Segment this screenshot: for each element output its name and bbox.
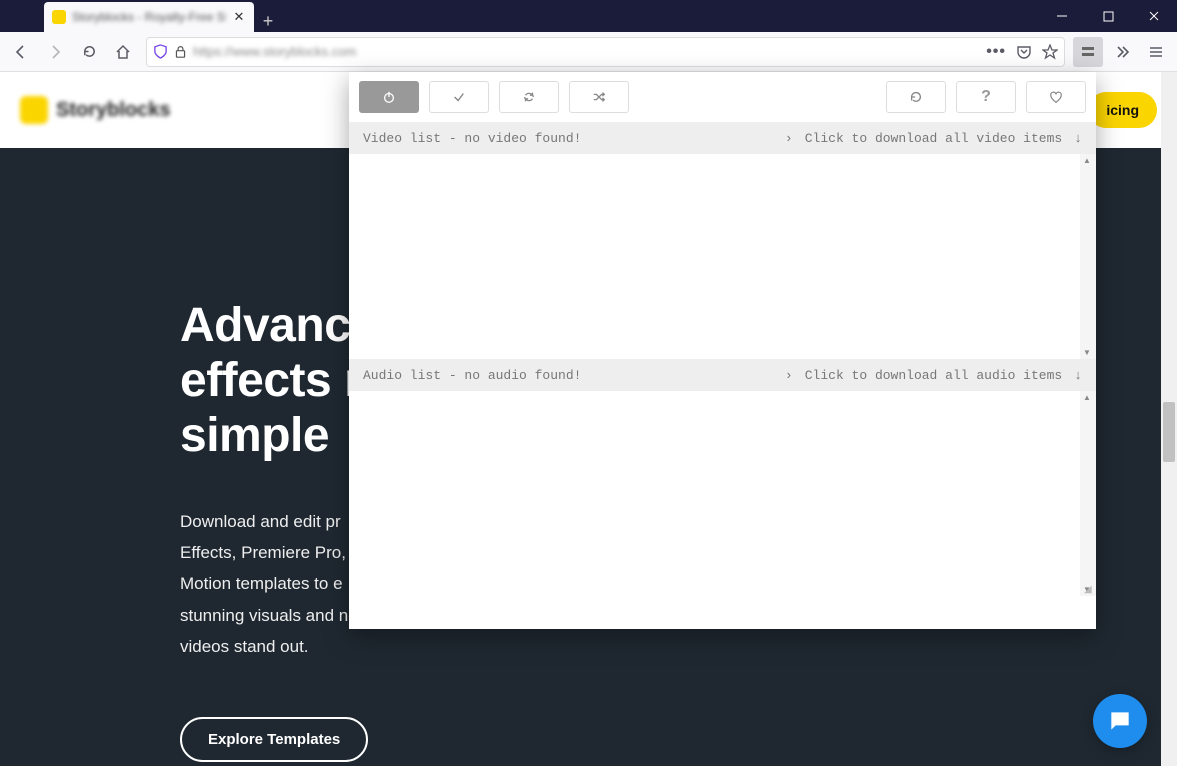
lock-icon[interactable] bbox=[174, 45, 187, 58]
video-section-header: Video list - no video found! › Click to … bbox=[349, 122, 1096, 154]
video-header-text: Video list - no video found! bbox=[363, 131, 581, 146]
tab-favicon bbox=[52, 10, 66, 24]
reader-pocket-icon[interactable] bbox=[1016, 44, 1032, 60]
audio-section-header: Audio list - no audio found! › Click to … bbox=[349, 359, 1096, 391]
download-arrow-icon: ↓ bbox=[1074, 131, 1082, 146]
popup-refresh-button[interactable] bbox=[886, 81, 946, 113]
popup-shuffle-button[interactable] bbox=[569, 81, 629, 113]
popup-sync-button[interactable] bbox=[499, 81, 559, 113]
popup-heart-button[interactable] bbox=[1026, 81, 1086, 113]
new-tab-button[interactable]: + bbox=[254, 11, 282, 32]
page-scrollbar[interactable] bbox=[1161, 72, 1177, 766]
tab-title: Storyblocks - Royalty-Free St… bbox=[72, 10, 226, 24]
popup-help-button[interactable]: ? bbox=[956, 81, 1016, 113]
overflow-chevron-icon[interactable] bbox=[1107, 37, 1137, 67]
nav-reload-button[interactable] bbox=[74, 37, 104, 67]
audio-list-area: ◢ bbox=[349, 391, 1096, 596]
tab-close-icon[interactable]: ✕ bbox=[232, 10, 246, 24]
popup-power-button[interactable] bbox=[359, 81, 419, 113]
url-bar[interactable]: https://www.storyblocks.com ••• bbox=[146, 37, 1065, 67]
video-download-all[interactable]: › Click to download all video items ↓ bbox=[785, 131, 1082, 146]
audio-scrollbar[interactable] bbox=[1080, 391, 1096, 596]
browser-tab[interactable]: Storyblocks - Royalty-Free St… ✕ bbox=[44, 2, 254, 32]
url-text: https://www.storyblocks.com bbox=[193, 44, 980, 59]
pricing-button[interactable]: icing bbox=[1088, 92, 1157, 128]
audio-download-all[interactable]: › Click to download all audio items ↓ bbox=[785, 368, 1082, 383]
chat-bubble-button[interactable] bbox=[1093, 694, 1147, 748]
bookmark-star-icon[interactable] bbox=[1042, 44, 1058, 60]
popup-check-button[interactable] bbox=[429, 81, 489, 113]
nav-forward-button[interactable] bbox=[40, 37, 70, 67]
extension-popup: ? Video list - no video found! › Click t… bbox=[349, 72, 1096, 629]
chevron-right-icon: › bbox=[785, 368, 793, 383]
video-list-area bbox=[349, 154, 1096, 359]
app-menu-button[interactable] bbox=[1141, 37, 1171, 67]
window-minimize-button[interactable] bbox=[1039, 0, 1085, 32]
video-scrollbar[interactable] bbox=[1080, 154, 1096, 359]
extension-button[interactable] bbox=[1073, 37, 1103, 67]
window-close-button[interactable] bbox=[1131, 0, 1177, 32]
nav-home-button[interactable] bbox=[108, 37, 138, 67]
download-arrow-icon: ↓ bbox=[1074, 368, 1082, 383]
logo-text: Storyblocks bbox=[56, 99, 170, 122]
site-logo[interactable]: Storyblocks bbox=[20, 96, 170, 124]
resize-grip-icon[interactable]: ◢ bbox=[1084, 584, 1094, 594]
explore-templates-button[interactable]: Explore Templates bbox=[180, 717, 368, 762]
tracking-shield-icon[interactable] bbox=[153, 44, 168, 59]
audio-header-text: Audio list - no audio found! bbox=[363, 368, 581, 383]
nav-back-button[interactable] bbox=[6, 37, 36, 67]
logo-mark-icon bbox=[20, 96, 48, 124]
window-maximize-button[interactable] bbox=[1085, 0, 1131, 32]
page-actions-icon[interactable]: ••• bbox=[986, 43, 1006, 61]
chevron-right-icon: › bbox=[785, 131, 793, 146]
